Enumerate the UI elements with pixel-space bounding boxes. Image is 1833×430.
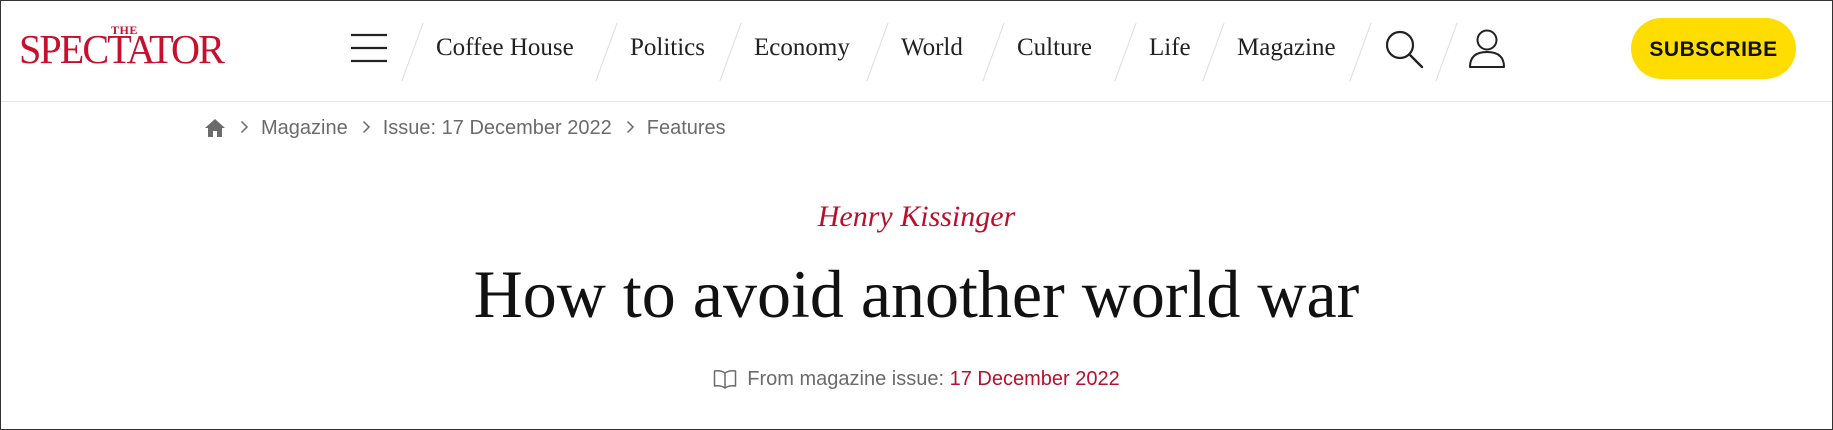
nav-divider xyxy=(401,22,424,82)
breadcrumb-issue[interactable]: Issue: 17 December 2022 xyxy=(383,117,612,140)
subscribe-button[interactable]: SUBSCRIBE xyxy=(1631,18,1796,79)
site-header: THE SPECTATOR Coffee House Politics Econ… xyxy=(1,1,1832,102)
nav-divider xyxy=(595,22,618,82)
nav-divider xyxy=(982,22,1005,82)
issue-date-link[interactable]: 17 December 2022 xyxy=(950,368,1120,390)
chevron-right-icon xyxy=(240,117,249,140)
user-icon[interactable] xyxy=(1468,29,1506,69)
nav-divider xyxy=(1435,22,1458,82)
hamburger-menu-icon[interactable] xyxy=(350,32,388,64)
search-icon[interactable] xyxy=(1384,29,1424,69)
nav-politics[interactable]: Politics xyxy=(630,1,705,101)
breadcrumb: Magazine Issue: 17 December 2022 Feature… xyxy=(204,114,726,142)
breadcrumb-features[interactable]: Features xyxy=(647,117,726,140)
open-book-icon xyxy=(713,369,737,395)
spectator-logo[interactable]: THE SPECTATOR xyxy=(19,21,229,81)
nav-divider xyxy=(1202,22,1225,82)
home-icon[interactable] xyxy=(204,118,226,138)
nav-divider xyxy=(1114,22,1137,82)
nav-life[interactable]: Life xyxy=(1149,1,1191,101)
nav-divider xyxy=(719,22,742,82)
nav-magazine[interactable]: Magazine xyxy=(1237,1,1336,101)
chevron-right-icon xyxy=(362,117,371,140)
nav-divider xyxy=(1349,22,1372,82)
nav-coffee-house[interactable]: Coffee House xyxy=(436,1,574,101)
issue-prefix: From magazine issue: xyxy=(747,368,945,390)
magazine-issue-line: From magazine issue: 17 December 2022 xyxy=(0,368,1833,395)
chevron-right-icon xyxy=(626,117,635,140)
article-title: How to avoid another world war xyxy=(473,256,1360,332)
nav-economy[interactable]: Economy xyxy=(754,1,850,101)
breadcrumb-magazine[interactable]: Magazine xyxy=(261,117,348,140)
logo-wordmark: SPECTATOR xyxy=(19,26,225,72)
nav-culture[interactable]: Culture xyxy=(1017,1,1092,101)
nav-world[interactable]: World xyxy=(901,1,963,101)
author-byline[interactable]: Henry Kissinger xyxy=(0,200,1833,234)
nav-divider xyxy=(866,22,889,82)
